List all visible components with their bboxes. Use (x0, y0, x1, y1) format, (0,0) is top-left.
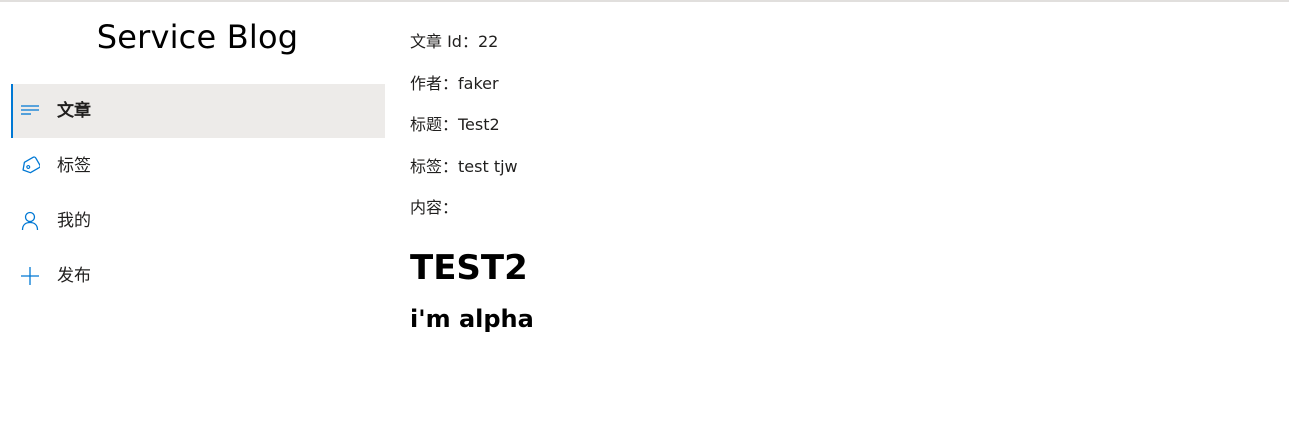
sidebar-item-tags[interactable]: 标签 (11, 139, 385, 193)
article-id: 文章 Id：22 (410, 32, 499, 51)
article-body-subheading: i'm alpha (410, 304, 534, 333)
article-body-heading: TEST2 (410, 247, 528, 288)
sidebar: Service Blog 文章 标签 我的 发布 (0, 0, 385, 423)
person-icon (20, 211, 40, 231)
text-align-icon (20, 101, 40, 121)
brand-title: Service Blog (96, 18, 299, 56)
plus-icon (20, 266, 40, 286)
sidebar-item-publish[interactable]: 发布 (11, 249, 385, 303)
sidebar-item-label: 发布 (57, 266, 91, 286)
article-content-label: 内容： (410, 198, 459, 217)
article-tags: 标签：test tjw (410, 156, 518, 176)
sidebar-item-label: 文章 (57, 101, 91, 121)
sidebar-nav: 文章 标签 我的 发布 (11, 84, 385, 304)
article-author: 作者：faker (410, 73, 499, 93)
sidebar-item-mine[interactable]: 我的 (11, 194, 385, 248)
article-detail: 文章 Id：22 作者：faker 标题：Test2 标签：test tjw 内… (410, 30, 1270, 334)
sidebar-item-label: 我的 (57, 211, 91, 231)
sidebar-item-articles[interactable]: 文章 (11, 84, 385, 138)
tag-icon (20, 156, 41, 176)
sidebar-item-label: 标签 (57, 156, 91, 176)
article-title: 标题：Test2 (410, 115, 500, 134)
